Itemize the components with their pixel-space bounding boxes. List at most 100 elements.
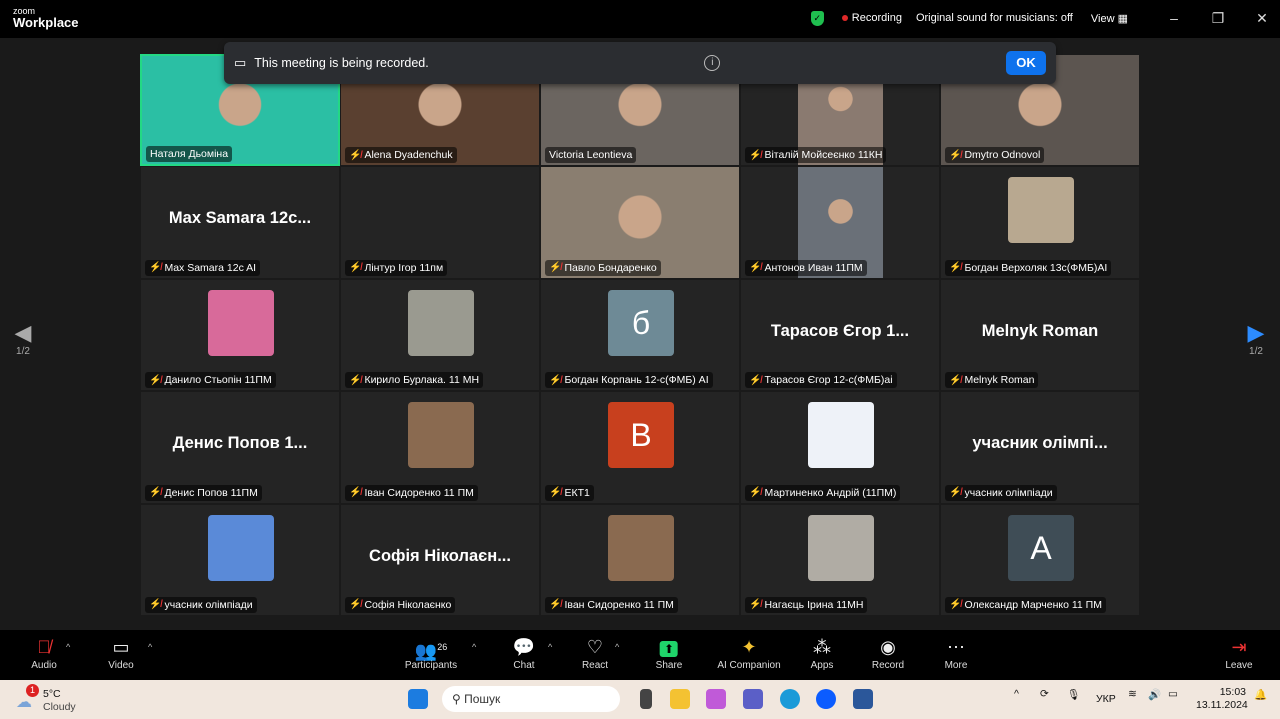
avatar-initial: A [1008, 514, 1074, 581]
participant-tile[interactable]: Софія Ніколаєн... ⚡̸ Софія Ніколаєнко [340, 503, 540, 616]
microphone-icon[interactable]: 🎙 [1067, 688, 1080, 701]
video-label: Video [108, 660, 134, 671]
banner-ok-button[interactable]: OK [1005, 51, 1046, 75]
share-label: Share [655, 660, 683, 671]
participant-tile[interactable]: Денис Попов 1... ⚡̸ Денис Попов 11ПМ [140, 391, 340, 504]
zoom-logo: zoom Workplace [13, 7, 79, 30]
clock[interactable]: 15:03 13.11.2024 [1196, 686, 1248, 712]
recording-banner: ▭ This meeting is being recorded. OK i [224, 42, 1056, 84]
mic-muted-icon: ⚡̸ [949, 262, 962, 274]
previous-page-button[interactable]: ◀ 1/2 [8, 320, 38, 357]
leave-button[interactable]: ⇥ Leave [1225, 636, 1252, 671]
chat-button[interactable]: 💬 Chat [513, 636, 535, 671]
taskbar-search[interactable]: ⚲ Пошук [442, 686, 620, 712]
participant-name: Іван Сидоренко 11 ПМ [564, 598, 674, 611]
arrow-left-icon: ◀ [14, 320, 32, 345]
participant-tile[interactable]: Тарасов Єгор 1... ⚡̸ Тарасов Єгор 12-с(ФМБ… [740, 278, 940, 392]
word-icon[interactable] [853, 689, 873, 709]
name-tag: ⚡̸ Віталій Мойсеєнко 11КН [745, 147, 887, 164]
encryption-shield-icon[interactable]: ✓ [810, 10, 824, 26]
apps-button[interactable]: ⁂ Apps [811, 636, 834, 671]
next-page-button[interactable]: ▶ 1/2 [1241, 320, 1271, 357]
language-indicator[interactable]: УКР [1096, 693, 1116, 705]
mic-muted-icon: ⚡̸ [549, 262, 562, 274]
view-button[interactable]: View ▦ [1091, 12, 1128, 25]
name-tag: Victoria Leontieva [545, 147, 637, 164]
zoom-app-icon[interactable] [816, 689, 836, 709]
edge-icon[interactable] [780, 689, 800, 709]
volume-icon[interactable]: 🔊 [1148, 688, 1161, 701]
name-tag: ⚡̸ Олександр Марченко 11 ПМ [945, 596, 1106, 613]
battery-icon[interactable]: ▭ [1168, 688, 1178, 700]
windows-start-icon[interactable] [408, 689, 428, 709]
wifi-icon[interactable]: ≋ [1128, 688, 1137, 700]
participant-tile[interactable]: ⚡̸ Богдан Верхоляк 13с(ФМБ)AI [940, 166, 1140, 279]
audio-button[interactable]: 🎙̸ Audio [31, 636, 57, 671]
ai-companion-button[interactable]: ✦ AI Companion [717, 636, 780, 671]
participant-tile[interactable]: A ⚡̸ Олександр Марченко 11 ПМ [940, 503, 1140, 616]
name-tag: ⚡̸ Антонов Иван 11ПМ [745, 259, 867, 276]
record-button[interactable]: ◉ Record [872, 636, 904, 671]
task-view-icon[interactable] [640, 689, 652, 709]
participant-tile[interactable]: ⚡̸ Іван Сидоренко 11 ПМ [540, 503, 740, 616]
participant-display-name: Max Samara 12c... [168, 209, 312, 228]
participant-tile[interactable]: ⚡̸ Павло Бондаренко [540, 166, 740, 279]
participants-options-caret[interactable]: ^ [472, 642, 476, 652]
weather-widget[interactable]: ☁ 1 5°C Cloudy [16, 684, 76, 714]
mic-muted-icon: ⚡̸ [949, 487, 962, 499]
react-options-caret[interactable]: ^ [615, 642, 619, 652]
copilot-icon[interactable] [706, 689, 726, 709]
share-button[interactable]: ⬆ Share [655, 636, 683, 671]
participant-tile[interactable]: ⚡̸ Мартиненко Андрій (11ПМ) [740, 391, 940, 504]
search-placeholder: Пошук [464, 692, 501, 706]
participant-tile[interactable]: ⚡̸ Нагаєць Ірина 11МН [740, 503, 940, 616]
record-label: Record [871, 660, 905, 671]
participant-tile[interactable]: ⚡̸ Кирило Бурлака. 11 МН [340, 278, 540, 392]
mic-muted-icon: ⚡̸ [349, 487, 362, 499]
name-tag: ⚡̸ Богдан Корпань 12-с(ФМБ) AI [545, 372, 713, 389]
video-options-caret[interactable]: ^ [148, 642, 152, 652]
record-icon: ◉ [880, 637, 896, 657]
video-button[interactable]: ▭ Video [108, 636, 133, 671]
original-sound-status[interactable]: Original sound for musicians: off [916, 12, 1073, 24]
show-hidden-icons[interactable]: ^ [1014, 688, 1019, 700]
recording-indicator[interactable]: Recording [841, 12, 902, 24]
name-tag: ⚡̸ Іван Сидоренко 11 ПМ [345, 484, 478, 501]
participant-tile[interactable]: B ⚡̸ ЕКТ1 [540, 391, 740, 504]
react-button[interactable]: ♡ React [582, 636, 608, 671]
participant-tile[interactable]: Melnyk Roman ⚡̸ Melnyk Roman [940, 278, 1140, 392]
more-button[interactable]: ⋯ More [945, 636, 968, 671]
info-icon[interactable]: i [704, 55, 721, 71]
avatar-initial: б [608, 289, 674, 356]
chat-options-caret[interactable]: ^ [548, 642, 552, 652]
participant-tile[interactable]: ⚡̸ Іван Сидоренко 11 ПМ [340, 391, 540, 504]
mic-muted-icon: ⚡̸ [149, 262, 162, 274]
audio-options-caret[interactable]: ^ [66, 642, 70, 652]
mic-muted-icon: ⚡̸ [749, 487, 762, 499]
participant-name: Богдан Верхоляк 13с(ФМБ)AI [964, 261, 1108, 274]
profile-picture [808, 514, 874, 581]
participants-button[interactable]: 👥26 Participants [405, 636, 457, 671]
participant-tile[interactable]: Max Samara 12c... ⚡̸ Max Samara 12c AI [140, 166, 340, 279]
minimize-button[interactable]: – [1156, 10, 1192, 26]
participant-name: Кирило Бурлака. 11 МН [364, 374, 480, 387]
participant-tile[interactable]: ⚡̸ учасник олімпіади [140, 503, 340, 616]
close-button[interactable]: ✕ [1244, 10, 1280, 27]
name-tag: ⚡̸ Dmytro Odnovol [945, 147, 1045, 164]
name-tag: ⚡̸ учасник олімпіади [145, 596, 257, 613]
file-explorer-icon[interactable] [670, 689, 690, 709]
participant-tile[interactable]: ⚡̸ Данило Стьопін 11ПМ [140, 278, 340, 392]
participant-tile[interactable]: б ⚡̸ Богдан Корпань 12-с(ФМБ) AI [540, 278, 740, 392]
participant-tile[interactable]: ⚡̸ Лінтур Ігор 11пм [340, 166, 540, 279]
mic-muted-icon: ⚡̸ [749, 374, 762, 386]
record-dot-icon [841, 15, 848, 21]
teams-icon[interactable] [743, 689, 763, 709]
profile-picture [208, 514, 274, 581]
sync-icon[interactable]: ⟳ [1040, 688, 1049, 700]
name-tag: ⚡̸ Тарасов Єгор 12-с(ФМБ)ai [745, 372, 897, 389]
notification-bell-icon[interactable]: 🔔 [1254, 688, 1267, 701]
name-tag: Наталя Дьоміна [146, 146, 233, 163]
restore-button[interactable]: ❐ [1200, 10, 1236, 27]
participant-tile[interactable]: учасник олімпі... ⚡̸ учасник олімпіади [940, 391, 1140, 504]
participant-tile[interactable]: ⚡̸ Антонов Иван 11ПМ [740, 166, 940, 279]
